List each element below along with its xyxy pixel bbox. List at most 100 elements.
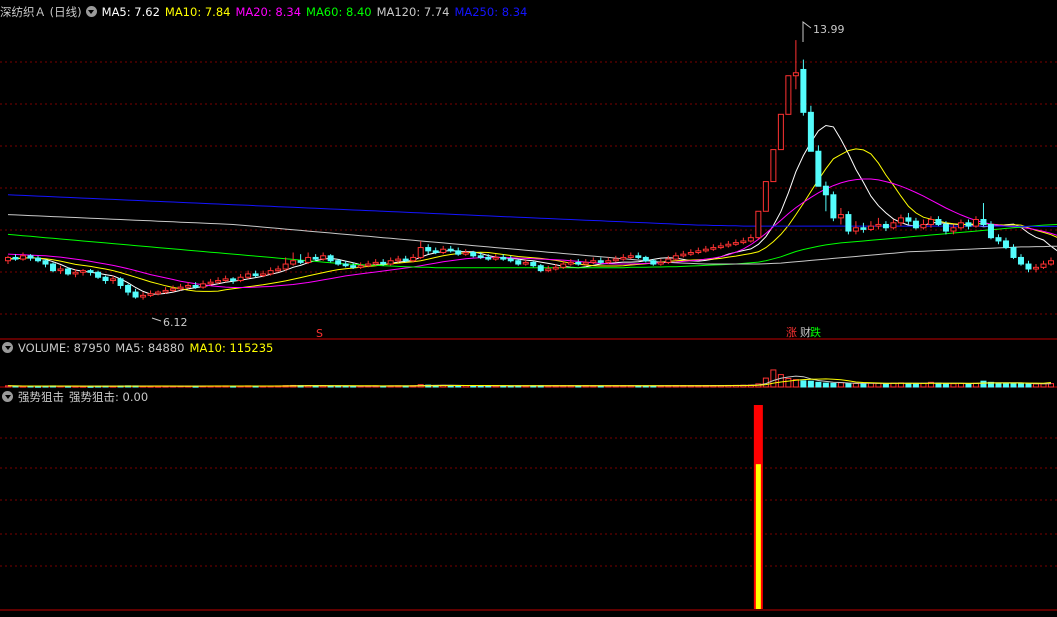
candle-body [837,214,844,219]
volume-bar [815,381,822,388]
candle-body [1025,263,1032,270]
volume-bar [1002,382,1009,388]
candle-body [822,185,829,196]
indicator-value: 强势狙击: 0.00 [69,390,149,404]
collapse-icon[interactable] [85,6,97,17]
ma10-legend: MA10: 7.84 [164,5,231,19]
volume-bar [1017,383,1024,388]
candle-body [545,268,552,272]
candle-body [582,261,589,265]
candle-body [275,268,282,272]
candle-body [537,265,544,272]
candle-body [230,278,237,282]
candle-body [1040,263,1047,268]
volume-bar [1025,383,1032,388]
candle-body [477,255,484,258]
candle-body [462,252,469,255]
candle-body [57,268,64,272]
candle-body [515,260,522,265]
indicator-bars [753,405,763,609]
candle-body [155,291,162,295]
candle-body [605,260,612,263]
candle-body [770,149,777,183]
candle-body [927,219,934,225]
candle-body [320,255,327,260]
candle-body [200,283,207,288]
candle-body [567,261,574,265]
ma20-legend: MA20: 8.34 [235,5,302,19]
candle-body [807,111,814,152]
volume-bar [957,382,964,388]
candle-body [222,278,229,282]
candle-body [80,270,87,273]
volume-bar [830,382,837,388]
collapse-icon[interactable] [2,391,13,402]
candle-body [635,255,642,258]
candle-body [695,250,702,253]
collapse-icon[interactable] [2,342,13,353]
candle-body [20,255,27,260]
grid-lines [0,61,1057,611]
candle-body [867,225,874,230]
candle-body [957,222,964,229]
candle-body [815,150,822,187]
volume-legend: VOLUME: 87950 [18,341,111,355]
candle-body [140,294,147,298]
candle-body [192,284,199,288]
candle-body [890,222,897,229]
indicator-signal-core [755,464,761,609]
candle-body [852,227,859,232]
candle-body [942,223,949,232]
volume-bar [807,380,814,388]
volume-bar [770,369,777,388]
candle-body [395,258,402,262]
candle-body [267,270,274,275]
candle-body [845,214,852,232]
candle-body [882,223,889,229]
candle-body [42,260,49,265]
candle-body [747,237,754,242]
candle-body [1010,247,1017,258]
ma250-legend: MA250: 8.34 [454,5,528,19]
candle-body [965,222,972,227]
candle-body [642,256,649,262]
volume-bar [860,383,867,388]
chart-canvas[interactable]: 13.99 6.12 S 涨 财 跌 [0,0,1057,617]
volume-bar [822,382,829,388]
candle-body [530,261,537,267]
low-price-label: 6.12 [163,316,188,329]
candle-body [260,273,267,277]
candle-body [995,237,1002,242]
candle-body [792,72,799,77]
candle-body [1032,266,1039,270]
volume-bar [852,382,859,388]
volume-bar [1040,383,1047,388]
candle-body [380,261,387,265]
candle-body [912,220,919,229]
candle-body [410,256,417,262]
candle-body [492,256,499,260]
candle-body [972,219,979,227]
candle-body [755,210,762,239]
candle-body [950,227,957,232]
volume-bar [995,382,1002,388]
candle-body [282,263,289,270]
candle-body [185,284,192,288]
volume-bar [912,383,919,388]
candle-body [777,113,784,151]
candle-body [110,278,117,282]
ma120-legend: MA120: 7.74 [376,5,450,19]
candle-body [560,263,567,268]
ma-line-ma5 [7,124,1057,295]
candle-body [447,248,454,252]
low-price-pointer [151,317,162,322]
candle-body [905,217,912,222]
candle-body [575,261,582,265]
volume-bar [800,380,807,388]
candle-body [207,281,214,285]
ma60-legend: MA60: 8.40 [306,5,372,19]
candle-body [372,261,379,265]
candle-body [702,248,709,252]
candle-body [215,280,222,283]
candle-body [290,260,297,265]
